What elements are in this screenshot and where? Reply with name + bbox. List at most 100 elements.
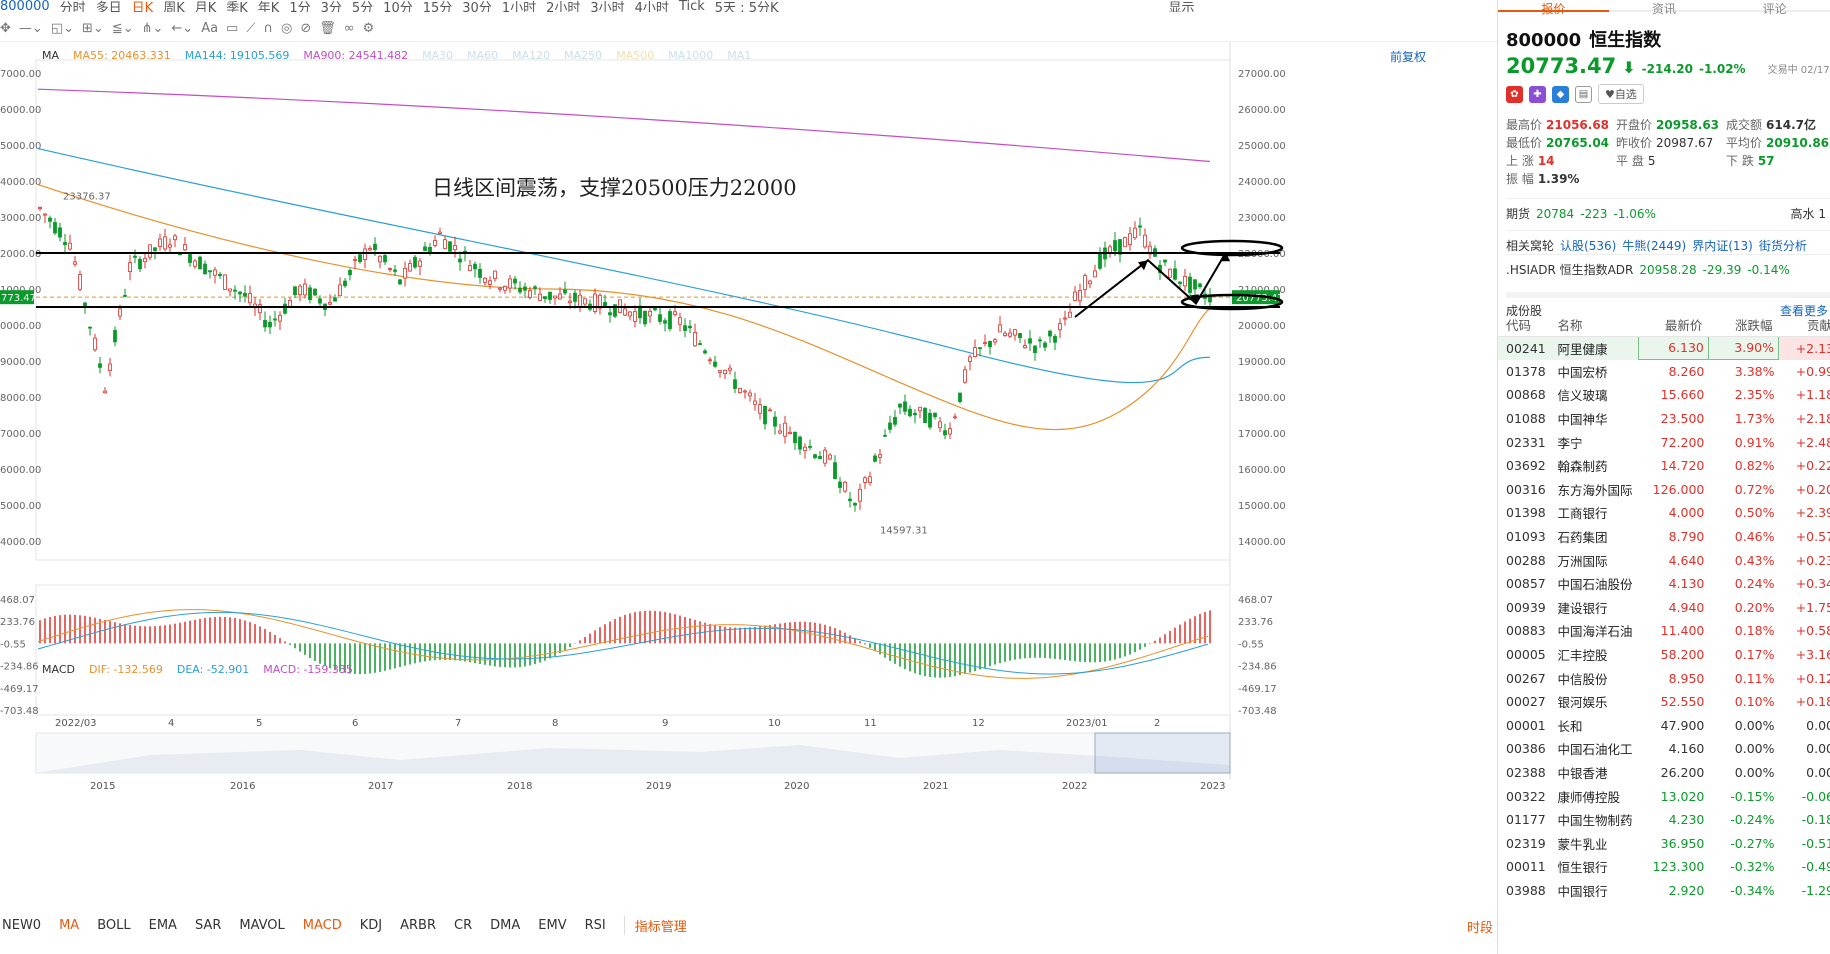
line-tool-icon[interactable]: —⌄ xyxy=(19,21,43,36)
price-adjust-toggle[interactable]: 前复权 xyxy=(1390,48,1426,65)
eye-icon[interactable]: ◎ xyxy=(281,21,292,36)
table-row[interactable]: 01378 中国宏桥 8.260 3.38% +0.99 xyxy=(1498,360,1830,384)
indicator-tab[interactable]: MAVOL xyxy=(239,918,284,933)
warrant-link[interactable]: 牛熊(2449) xyxy=(1622,239,1686,253)
quote-tab[interactable]: 评论 xyxy=(1719,0,1830,16)
table-row[interactable]: 00316 东方海外国际 126.000 0.72% +0.20 xyxy=(1498,478,1830,502)
legend-item[interactable]: MA500 xyxy=(616,49,654,62)
indicator-name[interactable]: MACD xyxy=(42,663,75,676)
legend-item[interactable]: MACD: -159.335 xyxy=(263,663,353,676)
alert-icon[interactable]: ◆ xyxy=(1552,85,1569,103)
table-row[interactable]: 00883 中国海洋石油 11.400 0.18% +0.58 xyxy=(1498,619,1830,643)
table-row[interactable]: 03692 翰森制药 14.720 0.82% +0.22 xyxy=(1498,454,1830,478)
table-row[interactable]: 00001 长和 47.900 0.00% 0.00 xyxy=(1498,714,1830,738)
period-tab[interactable]: 3分 xyxy=(321,0,342,13)
table-row[interactable]: 00241阿里健康6.1303.90%+2.13 xyxy=(1498,335,1830,361)
indicator-tab[interactable]: RSI xyxy=(585,918,606,933)
table-row[interactable]: 00288 万洲国际 4.640 0.43% +0.23 xyxy=(1498,548,1830,572)
period-tab[interactable]: 30分 xyxy=(462,0,492,13)
indicator-tab[interactable]: KDJ xyxy=(360,918,382,933)
legend-item[interactable]: MA55: 20463.331 xyxy=(73,49,171,62)
legend-item[interactable]: DIF: -132.569 xyxy=(89,663,163,676)
stock-code-tab[interactable]: 800000 xyxy=(0,0,50,12)
table-row[interactable]: 02388 中银香港 26.200 0.00% 0.00 xyxy=(1498,761,1830,785)
lock-icon[interactable]: ⊘ xyxy=(300,21,311,36)
futures-row[interactable]: 期货 20784 -223 -1.06% 高水 1 xyxy=(1506,198,1830,222)
adr-row[interactable]: .HSIADR 恒生指数ADR 20958.28 -29.39 -0.14% xyxy=(1506,254,1830,278)
time-range-label[interactable]: 时段 xyxy=(1467,917,1493,936)
table-header[interactable]: 贡献 xyxy=(1778,314,1830,337)
indicator-tab[interactable]: SAR xyxy=(195,918,221,933)
text-tool-icon[interactable]: Aa xyxy=(201,21,218,36)
arrow-tool-icon[interactable]: ←⌄ xyxy=(171,21,193,36)
table-row[interactable]: 02331 李宁 72.200 0.91% +2.48 xyxy=(1498,430,1830,454)
indicator-tab[interactable]: EMV xyxy=(538,918,566,933)
table-row[interactable]: 00857 中国石油股份 4.130 0.24% +0.34 xyxy=(1498,572,1830,596)
indicator-tab[interactable]: EMA xyxy=(149,918,177,933)
table-header[interactable]: 最新价 xyxy=(1638,314,1709,337)
table-row[interactable]: 01093 石药集团 8.790 0.46% +0.57 xyxy=(1498,525,1830,549)
display-menu[interactable]: 显示 xyxy=(1169,0,1195,13)
table-row[interactable]: 00011 恒生银行 123.300 -0.32% -0.49 xyxy=(1498,855,1830,879)
fib-tool-icon[interactable]: ≦⌄ xyxy=(112,21,134,36)
rect-tool-icon[interactable]: ◱⌄ xyxy=(51,21,74,36)
period-tab[interactable]: 年K xyxy=(258,0,280,13)
table-row[interactable]: 01088 中国神华 23.500 1.73% +2.18 xyxy=(1498,407,1830,431)
warrant-link[interactable]: 界内证(13) xyxy=(1692,239,1753,253)
table-row[interactable]: 00386 中国石油化工 4.160 0.00% 0.00 xyxy=(1498,737,1830,761)
note-icon[interactable]: ▤ xyxy=(1575,85,1592,103)
table-row[interactable]: 00939 建设银行 4.940 0.20% +1.75 xyxy=(1498,596,1830,620)
note-tool-icon[interactable]: ▭ xyxy=(226,21,238,36)
pitchfork-tool-icon[interactable]: ⋔⌄ xyxy=(142,21,164,36)
table-row[interactable]: 00267 中信股份 8.950 0.11% +0.12 xyxy=(1498,666,1830,690)
table-row[interactable]: 00868 信义玻璃 15.660 2.35% +1.18 xyxy=(1498,383,1830,407)
legend-item[interactable]: MA30 xyxy=(422,49,453,62)
indicator-tab[interactable]: MACD xyxy=(303,918,342,933)
settings-icon[interactable]: ⚙ xyxy=(363,21,375,36)
legend-item[interactable]: MA60 xyxy=(467,49,498,62)
period-tab[interactable]: 多日 xyxy=(96,0,122,13)
period-tab[interactable]: 1分 xyxy=(289,0,310,13)
indicator-tab[interactable]: MA xyxy=(59,918,79,933)
period-tab[interactable]: 15分 xyxy=(423,0,453,13)
magnet-icon[interactable]: ∩ xyxy=(263,21,273,36)
legend-item[interactable]: MA144: 19105.569 xyxy=(185,49,290,62)
link-icon[interactable]: ∞ xyxy=(344,21,355,36)
period-tab[interactable]: 月K xyxy=(195,0,217,13)
table-row[interactable]: 00005 汇丰控股 58.200 0.17% +3.16 xyxy=(1498,643,1830,667)
period-tab[interactable]: 分时 xyxy=(60,0,86,13)
table-row[interactable]: 02319 蒙牛乳业 36.950 -0.27% -0.51 xyxy=(1498,831,1830,855)
table-row[interactable]: 00322 康师傅控股 13.020 -0.15% -0.06 xyxy=(1498,784,1830,808)
kline-chart[interactable]: 27000.0026000.0025000.0024000.0023000.00… xyxy=(0,42,1497,892)
quote-tab[interactable]: 资讯 xyxy=(1608,0,1720,16)
indicator-name[interactable]: MA xyxy=(42,49,59,62)
period-tab[interactable]: 2小时 xyxy=(546,0,580,13)
period-tab[interactable]: 周K xyxy=(163,0,185,13)
table-row[interactable]: 03988 中国银行 2.920 -0.34% -1.29 xyxy=(1498,879,1830,903)
table-header[interactable]: 涨跌幅 xyxy=(1708,314,1779,337)
legend-item[interactable]: MA1000 xyxy=(668,49,713,62)
trash-icon[interactable]: 🗑 xyxy=(319,21,336,36)
period-tab[interactable]: Tick xyxy=(679,0,705,12)
legend-item[interactable]: MA120 xyxy=(512,49,550,62)
indicator-tab[interactable]: BOLL xyxy=(97,918,130,933)
indicator-tab[interactable]: CR xyxy=(454,918,472,933)
legend-item[interactable]: MA250 xyxy=(564,49,602,62)
legend-item[interactable]: DEA: -52.901 xyxy=(177,663,249,676)
table-row[interactable]: 01177 中国生物制药 4.230 -0.24% -0.18 xyxy=(1498,808,1830,832)
legend-item[interactable]: MA900: 24541.482 xyxy=(303,49,408,62)
share-icon[interactable]: ✚ xyxy=(1529,85,1546,103)
period-tab[interactable]: 4小时 xyxy=(635,0,669,13)
indicator-manager-button[interactable]: 指标管理 xyxy=(623,915,687,935)
period-tab[interactable]: 5分 xyxy=(352,0,373,13)
ruler-icon[interactable]: ⟋ xyxy=(246,21,255,36)
table-row[interactable]: 00027 银河娱乐 52.550 0.10% +0.18 xyxy=(1498,690,1830,714)
table-header[interactable]: 代码 xyxy=(1498,314,1558,337)
favorite-button[interactable]: ♥自选 xyxy=(1598,84,1644,104)
period-tab[interactable]: 季K xyxy=(226,0,248,13)
table-header[interactable]: 名称 xyxy=(1557,314,1639,337)
period-tab[interactable]: 日K xyxy=(132,0,154,13)
indicator-tab[interactable]: NEW0 xyxy=(2,918,41,933)
warrant-link[interactable]: 认股(536) xyxy=(1560,239,1616,253)
channel-tool-icon[interactable]: ⊞⌄ xyxy=(82,21,104,36)
